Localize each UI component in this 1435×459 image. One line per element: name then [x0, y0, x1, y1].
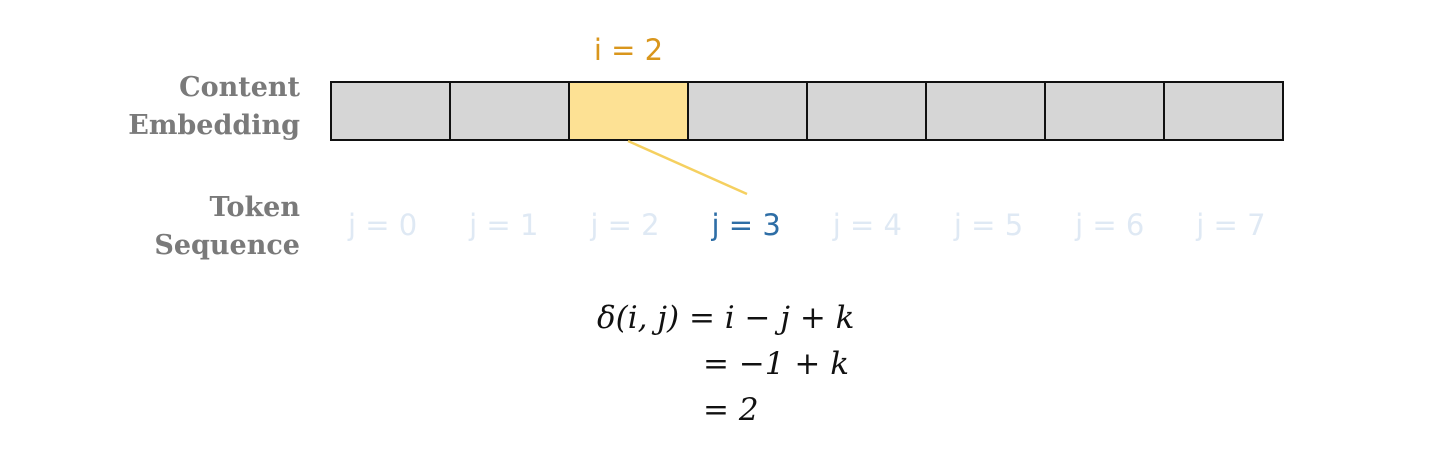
- equation-line-3: = 2: [703, 392, 759, 428]
- token: j = 6: [1075, 208, 1145, 242]
- token: j = 2: [590, 208, 660, 242]
- token: j = 4: [832, 208, 902, 242]
- token: j = 5: [953, 208, 1024, 242]
- equation-line-1: δ(i, j) = i − j + k: [597, 300, 855, 336]
- connector-line: [627, 139, 748, 196]
- token-active: j = 3: [711, 208, 781, 242]
- token: j = 0: [347, 208, 418, 242]
- token-sequence: j = 0 j = 1 j = 2 j = 3 j = 4 j = 5 j = 6 j = 7: [322, 205, 1292, 245]
- token: j = 7: [1196, 208, 1266, 242]
- equation-line-2: = −1 + k: [703, 346, 849, 382]
- token: j = 1: [469, 208, 539, 242]
